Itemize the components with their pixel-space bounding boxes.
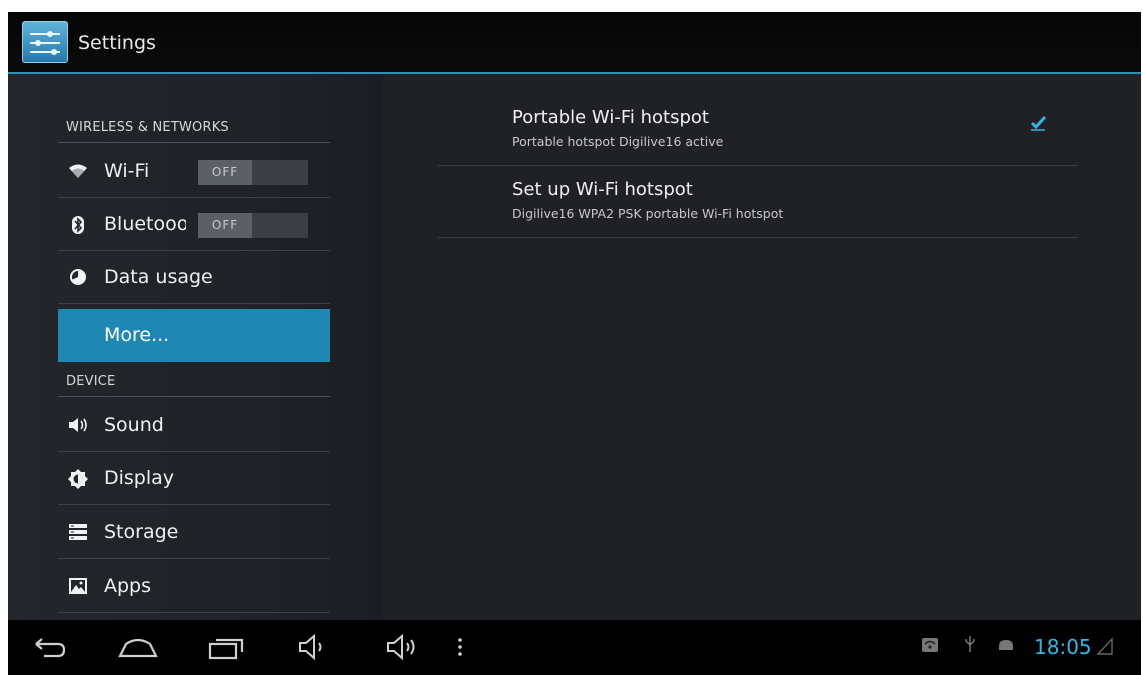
sidebar-item-bluetooth[interactable]: Bluetooot OFF [58,198,330,251]
signal-icon [1096,636,1114,660]
data-usage-icon [68,268,88,288]
sound-icon [68,416,88,436]
wifi-toggle-state: OFF [198,160,252,185]
back-icon[interactable] [28,632,72,662]
sidebar-item-storage[interactable]: Storage [58,506,330,559]
home-icon[interactable] [116,632,160,662]
status-clock: 18:05 [1034,635,1092,659]
sidebar-item-apps[interactable]: Apps [58,560,330,613]
sidebar-item-display[interactable]: Display [58,452,330,505]
hotspot-icon [920,632,940,660]
usb-icon [963,632,977,660]
sidebar-item-label: Apps [104,575,152,597]
pref-title: Set up Wi-Fi hotspot [512,179,693,200]
screen: Settings WIRELESS & NETWORKS Wi-Fi OFF B… [8,12,1141,675]
system-nav-bar: 18:05 [8,620,1141,675]
hotspot-checkbox[interactable] [1028,114,1048,134]
detail-pane: Portable Wi-Fi hotspot Portable hotspot … [383,74,1141,620]
volume-up-icon[interactable] [380,632,424,662]
sidebar-item-label: Display [104,467,175,489]
display-icon [68,469,88,489]
section-divider [58,142,330,143]
sidebar-item-label: More... [104,324,170,346]
sidebar-item-label: Bluetooot [104,213,186,235]
pref-summary: Portable hotspot Digilive16 active [512,134,724,149]
action-bar: Settings [8,12,1141,74]
sidebar-item-more[interactable]: More... [58,309,330,362]
volume-down-icon[interactable] [292,632,336,662]
bluetooth-toggle-state: OFF [198,213,252,238]
wifi-toggle[interactable]: OFF [198,160,308,185]
section-header-wireless: WIRELESS & NETWORKS [66,120,229,135]
bluetooth-toggle[interactable]: OFF [198,213,308,238]
storage-icon [68,523,88,543]
section-header-device: DEVICE [66,374,116,389]
sidebar-item-label: Wi-Fi [104,160,150,182]
pref-title: Portable Wi-Fi hotspot [512,107,709,128]
pref-summary: Digilive16 WPA2 PSK portable Wi-Fi hotsp… [512,206,784,221]
section-divider [58,396,330,397]
wifi-icon [68,162,88,182]
app-title: Settings [78,32,156,54]
sidebar-item-sound[interactable]: Sound [58,399,330,452]
sidebar-item-label: Sound [104,414,164,436]
settings-sidebar: WIRELESS & NETWORKS Wi-Fi OFF Bluetooot … [8,74,383,620]
sidebar-item-wifi[interactable]: Wi-Fi OFF [58,145,330,198]
apps-icon [68,577,88,597]
pref-portable-hotspot[interactable]: Portable Wi-Fi hotspot Portable hotspot … [438,94,1078,166]
pref-setup-hotspot[interactable]: Set up Wi-Fi hotspot Digilive16 WPA2 PSK… [438,166,1078,238]
android-debug-icon [996,632,1016,660]
recent-apps-icon[interactable] [204,632,248,662]
sidebar-item-data-usage[interactable]: Data usage [58,251,330,304]
settings-app-icon[interactable] [22,21,68,63]
menu-icon[interactable] [448,632,472,662]
sidebar-item-label: Storage [104,521,179,543]
bluetooth-icon [68,215,88,235]
sidebar-item-label: Data usage [104,266,213,288]
